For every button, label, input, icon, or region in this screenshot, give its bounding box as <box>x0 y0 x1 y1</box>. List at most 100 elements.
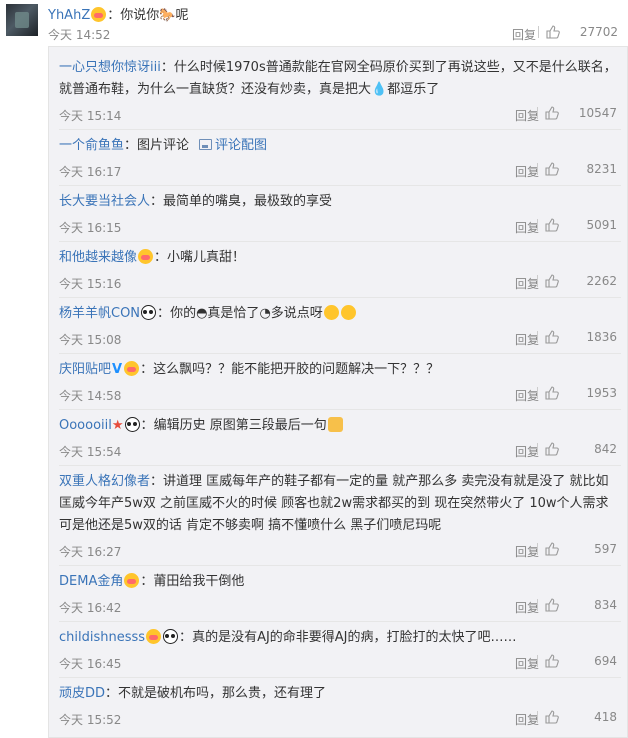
reply-text-line: childishnesss ：真的是没有AJ的命非要得AJ的病，打脸打的太快了吧…… <box>59 627 617 649</box>
username-link[interactable]: childishnesss <box>59 630 145 645</box>
panda-emoji-icon <box>141 305 157 320</box>
separator-colon: ： <box>140 362 154 377</box>
reply-meta: 今天 16:45 回复 694 <box>59 654 627 672</box>
reply-item: Oooooiil★ ：编辑历史 原图第三段最后一句 今天 15:54 回复 842 <box>59 415 627 459</box>
heart-face-emoji-icon <box>146 629 162 644</box>
reply-button[interactable]: 回复 <box>515 543 539 560</box>
reply-text-line: Oooooiil★ ：编辑历史 原图第三段最后一句 <box>59 415 617 437</box>
smile-emoji-icon <box>323 305 339 320</box>
like-count: 694 <box>594 654 617 668</box>
comment-meta: 今天 14:52 回复 27702 <box>48 25 622 43</box>
divider <box>537 219 538 231</box>
username-link[interactable]: 顽皮DD <box>59 686 105 701</box>
divider <box>59 185 621 186</box>
heart-face-emoji-icon <box>91 7 107 22</box>
thumb-up-icon <box>545 442 559 456</box>
like-button[interactable]: 834 <box>537 598 621 614</box>
reply-button[interactable]: 回复 <box>515 107 539 124</box>
like-button[interactable]: 1836 <box>537 330 621 346</box>
separator-colon: ： <box>154 250 168 265</box>
like-button[interactable]: 1953 <box>537 386 621 402</box>
username-link[interactable]: 庆阳贴吧 <box>59 362 111 377</box>
username-link[interactable]: 杨羊羊帆CON <box>59 306 140 321</box>
reply-text-mid: 真是恰了 <box>207 306 260 321</box>
thumb-up-icon <box>545 162 559 176</box>
like-button[interactable]: 2262 <box>537 274 621 290</box>
username-link[interactable]: 和他越来越像 <box>59 250 137 265</box>
username-link[interactable]: 双重人格幻像者 <box>59 474 150 489</box>
divider <box>59 129 621 130</box>
thumb-up-icon <box>545 654 559 668</box>
reply-text-tail: 多说点呀 <box>270 306 323 321</box>
thumb-up-icon <box>545 386 559 400</box>
drop-emoji-icon: 💧 <box>371 82 388 97</box>
separator-colon: ： <box>107 8 121 23</box>
separator-colon: ： <box>160 60 174 75</box>
reply-button[interactable]: 回复 <box>515 219 539 236</box>
reply-text-line: 杨羊羊帆CON ：你的◓真是恰了◔多说点呀 <box>59 303 617 325</box>
reply-meta: 今天 16:27 回复 597 <box>59 542 627 560</box>
reply-item: 顽皮DD：不就是破机布吗，那么贵，还有理了 今天 15:52 回复 418 <box>59 683 627 727</box>
reply-button[interactable]: 回复 <box>512 26 536 43</box>
like-button[interactable]: 8231 <box>537 162 621 178</box>
reply-item: 双重人格幻像者：讲道理 匡威每年产的鞋子都有一定的量 就产那么多 卖完没有就是没… <box>59 471 627 559</box>
reply-time: 今天 15:54 <box>59 445 122 459</box>
username-link[interactable]: YhAhZ <box>48 8 90 23</box>
replies-panel: 一心只想你惊讶iii：什么时候1970s普通款能在官网全码原价买到了再说这些，又… <box>48 46 628 738</box>
username-link[interactable]: 长大要当社会人 <box>59 194 150 209</box>
divider <box>59 353 621 354</box>
user-avatar[interactable] <box>6 4 38 36</box>
reply-meta: 今天 15:16 回复 2262 <box>59 274 627 292</box>
thumb-up-icon <box>545 274 559 288</box>
username-link[interactable]: 一心只想你惊讶iii <box>59 60 161 75</box>
divider <box>59 241 621 242</box>
like-button[interactable]: 597 <box>537 542 621 558</box>
reply-button[interactable]: 回复 <box>515 711 539 728</box>
reply-meta: 今天 16:15 回复 5091 <box>59 218 627 236</box>
like-button[interactable]: 418 <box>537 710 621 726</box>
like-button[interactable]: 842 <box>537 442 621 458</box>
thumb-up-icon <box>545 330 559 344</box>
like-button[interactable]: 10547 <box>537 106 621 122</box>
like-count: 1953 <box>586 386 617 400</box>
like-count: 8231 <box>586 162 617 176</box>
reply-button[interactable]: 回复 <box>515 599 539 616</box>
reply-text: 编辑历史 原图第三段最后一句 <box>153 418 327 433</box>
thumb-up-icon <box>545 218 559 232</box>
panda-emoji-icon <box>163 629 179 644</box>
reply-button[interactable]: 回复 <box>515 443 539 460</box>
divider <box>59 297 621 298</box>
heart-face-emoji-icon <box>138 249 154 264</box>
verified-v-icon: V <box>112 362 123 377</box>
reply-text: 不就是破机布吗，那么贵，还有理了 <box>118 686 327 701</box>
like-count: 5091 <box>586 218 617 232</box>
reply-text: 你的 <box>170 306 197 321</box>
reply-time: 今天 16:17 <box>59 165 122 179</box>
divider <box>537 331 538 343</box>
username-link[interactable]: Oooooiil <box>59 418 112 433</box>
divider <box>538 26 539 38</box>
like-button[interactable]: 694 <box>537 654 621 670</box>
reply-button[interactable]: 回复 <box>515 387 539 404</box>
reply-meta: 今天 15:08 回复 1836 <box>59 330 627 348</box>
reply-button[interactable]: 回复 <box>515 331 539 348</box>
separator-colon: ： <box>124 138 138 153</box>
reply-item: 庆阳贴吧V ：这么飘吗？？能不能把开胶的问题解决一下？？？ 今天 14:58 回复… <box>59 359 627 403</box>
divider <box>59 409 621 410</box>
reply-time: 今天 15:52 <box>59 713 122 727</box>
username-link[interactable]: DEMA金角 <box>59 574 123 589</box>
reply-button[interactable]: 回复 <box>515 163 539 180</box>
like-button[interactable]: 5091 <box>537 218 621 234</box>
username-link[interactable]: 一个俞鱼鱼 <box>59 138 124 153</box>
reply-text-line: DEMA金角 ：莆田给我干倒他 <box>59 571 617 593</box>
divider <box>537 599 538 611</box>
reply-item: 和他越来越像 ：小嘴儿真甜！ 今天 15:16 回复 2262 <box>59 247 627 291</box>
reply-item: DEMA金角 ：莆田给我干倒他 今天 16:42 回复 834 <box>59 571 627 615</box>
view-picture-link[interactable]: 评论配图 <box>199 138 267 153</box>
reply-button[interactable]: 回复 <box>515 655 539 672</box>
comment-time: 今天 14:52 <box>48 28 111 42</box>
reply-button[interactable]: 回复 <box>515 275 539 292</box>
like-button[interactable]: 27702 <box>538 25 622 41</box>
reply-item: 长大要当社会人：最简单的嘴臭，最极致的享受 今天 16:15 回复 5091 <box>59 191 627 235</box>
thumb-up-icon <box>545 598 559 612</box>
